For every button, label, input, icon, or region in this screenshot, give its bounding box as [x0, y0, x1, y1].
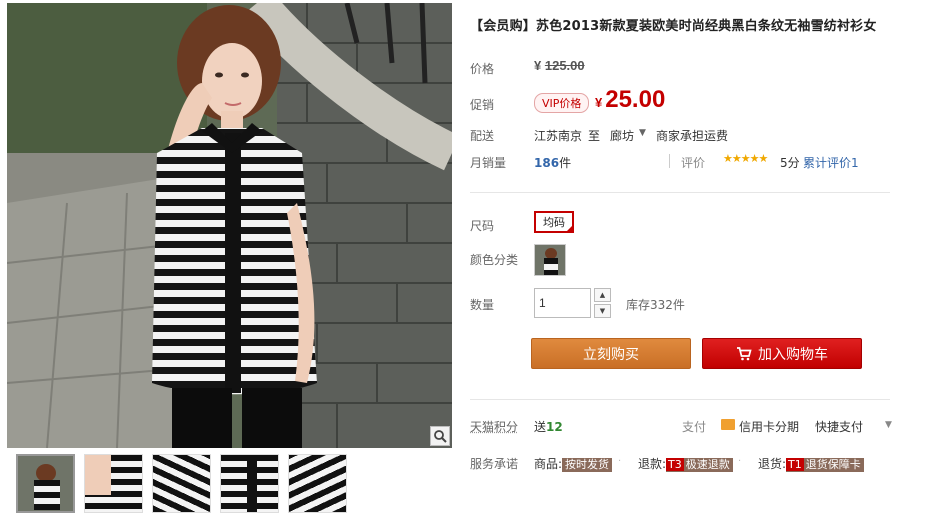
service-tag: T3 极速退款 [666, 458, 733, 472]
credit-card-installment-link[interactable]: 信用卡分期 [739, 418, 799, 435]
promo-currency: ¥ [595, 95, 603, 110]
quantity-input[interactable] [534, 288, 591, 318]
add-to-cart-label: 加入购物车 [758, 346, 828, 363]
service-tag-text: 极速退款 [685, 458, 730, 471]
monthly-sales-unit: 件 [559, 156, 572, 170]
chevron-down-icon: ▼ [599, 307, 606, 315]
chevron-up-icon: ▲ [599, 291, 606, 299]
vip-price-badge: VIP价格 [534, 93, 590, 113]
service-promise-label: 服务承诺 [470, 457, 519, 471]
service-tag: T1 退货保障卡 [786, 458, 864, 472]
separator-dot: · [738, 456, 742, 467]
stock-count: 库存332件 [626, 298, 685, 312]
promo-price-value: 25.00 [605, 86, 666, 113]
promo-price: ¥25.00 [595, 86, 665, 114]
thumbnail-4[interactable] [220, 454, 279, 513]
chevron-down-icon[interactable]: ▼ [639, 128, 646, 138]
ship-to-select[interactable]: 廊坊 [610, 127, 634, 144]
points-value: 12 [546, 420, 563, 434]
thumbnail-1[interactable] [16, 454, 75, 513]
ship-from: 江苏南京 [534, 129, 583, 143]
thumbnail-strip [7, 454, 452, 524]
shipping-fee: 商家承担运费 [656, 129, 729, 143]
original-price: ¥ 125.00 [534, 58, 585, 73]
star-rating-icon: ★★★★★ [723, 152, 768, 165]
service-item-prefix: 商品: [534, 457, 563, 471]
chevron-down-icon[interactable]: ▼ [885, 420, 892, 430]
buy-now-button[interactable]: 立刻购买 [531, 338, 691, 369]
service-item-refund[interactable]: 退款: T3 极速退款 [638, 455, 733, 472]
points-prefix: 送 [534, 420, 547, 434]
monthly-sales-count: 186 [534, 156, 560, 170]
tmall-points: 送12 [534, 418, 563, 435]
monthly-sales-label: 月销量 [470, 156, 507, 170]
magnifier-icon [434, 430, 447, 443]
color-option-swatch[interactable] [534, 244, 566, 276]
thumbnail-2[interactable] [84, 454, 143, 513]
divider [470, 399, 890, 400]
separator-dot: · [618, 456, 622, 467]
rating-score: 5分 [780, 156, 800, 170]
price-currency: ¥ [534, 58, 542, 73]
quantity-label: 数量 [470, 298, 495, 312]
review-count-link[interactable]: 累计评价1 [803, 154, 859, 171]
buy-now-label: 立刻购买 [583, 346, 639, 363]
service-tag-text: 退货保障卡 [805, 458, 861, 471]
main-product-photo[interactable] [7, 3, 452, 448]
ship-to-prefix: 至 [588, 129, 601, 143]
tmall-points-label[interactable]: 天猫积分 [470, 418, 518, 435]
quantity-decrease-button[interactable]: ▼ [594, 304, 611, 318]
service-item-prefix: 退款: [638, 457, 667, 471]
shopping-cart-icon [736, 346, 752, 361]
product-info-panel: 【会员购】苏色2013新款夏装欧美时尚经典黑白条纹无袖雪纺衬衫女 价格 ¥ 12… [470, 0, 930, 528]
original-price-value: 125.00 [544, 58, 585, 73]
service-badge: T3 [666, 458, 684, 471]
rating-label: 评价 [681, 156, 706, 170]
quantity-increase-button[interactable]: ▲ [594, 288, 611, 302]
thumbnail-3[interactable] [152, 454, 211, 513]
service-tag: 按时发货 [562, 458, 613, 472]
add-to-cart-button[interactable]: 加入购物车 [702, 338, 862, 369]
product-title: 【会员购】苏色2013新款夏装欧美时尚经典黑白条纹无袖雪纺衬衫女 [470, 19, 877, 34]
product-gallery [7, 3, 452, 528]
quick-pay-link[interactable]: 快捷支付 [815, 418, 863, 435]
service-badge: T1 [786, 458, 804, 471]
divider [470, 192, 890, 193]
promo-label: 促销 [470, 98, 495, 112]
shipping-label: 配送 [470, 129, 495, 143]
credit-card-icon [721, 419, 735, 430]
payment-label: 支付 [682, 420, 707, 434]
service-item-prefix: 退货: [758, 457, 787, 471]
color-label: 颜色分类 [470, 253, 519, 267]
service-item-shipping[interactable]: 商品: 按时发货 [534, 455, 613, 472]
size-label: 尺码 [470, 219, 495, 233]
divider [669, 154, 670, 168]
zoom-button[interactable] [430, 426, 450, 446]
price-label: 价格 [470, 62, 495, 76]
product-photo-illustration [7, 3, 452, 448]
monthly-sales: 186件 [534, 154, 571, 171]
service-item-return[interactable]: 退货: T1 退货保障卡 [758, 455, 864, 472]
thumbnail-5[interactable] [288, 454, 347, 513]
size-option-one-size[interactable]: 均码 [534, 211, 574, 233]
